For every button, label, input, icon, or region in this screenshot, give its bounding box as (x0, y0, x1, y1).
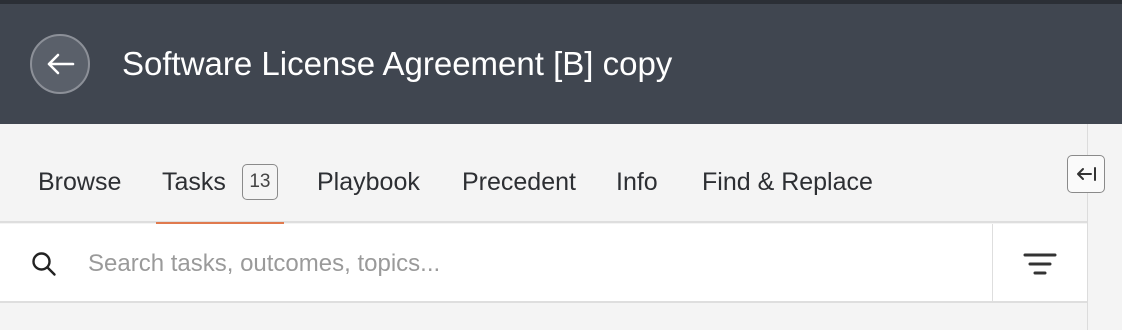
arrow-left-icon (47, 53, 75, 75)
tab-find-replace[interactable]: Find & Replace (702, 124, 873, 223)
filter-icon (1023, 253, 1057, 275)
tab-browse-label: Browse (38, 167, 122, 196)
page-title: Software License Agreement [B] copy (122, 45, 673, 82)
tab-playbook-label: Playbook (317, 167, 420, 196)
tab-browse[interactable]: Browse (38, 124, 121, 223)
search-input[interactable] (88, 242, 968, 286)
tab-tasks[interactable]: Tasks 13 (156, 124, 284, 225)
tab-info-label: Info (616, 167, 658, 196)
collapse-panel-icon (1077, 167, 1096, 181)
tab-bar: Browse Tasks 13 Playbook Precedent Info … (0, 124, 1087, 225)
document-header: Software License Agreement [B] copy (0, 4, 1122, 124)
back-button[interactable] (30, 34, 90, 94)
tab-tasks-label: Tasks (162, 167, 226, 196)
collapse-panel-button[interactable] (1067, 155, 1105, 193)
search-bar (0, 224, 1087, 303)
tab-precedent-label: Precedent (462, 167, 576, 196)
search-icon (32, 252, 56, 276)
tasks-count-badge: 13 (241, 163, 278, 200)
tab-playbook[interactable]: Playbook (317, 124, 420, 223)
tab-find-replace-label: Find & Replace (702, 167, 873, 196)
filter-button[interactable] (1016, 246, 1064, 282)
tab-info[interactable]: Info (616, 124, 658, 223)
tab-precedent[interactable]: Precedent (462, 124, 576, 223)
search-divider (992, 224, 993, 303)
